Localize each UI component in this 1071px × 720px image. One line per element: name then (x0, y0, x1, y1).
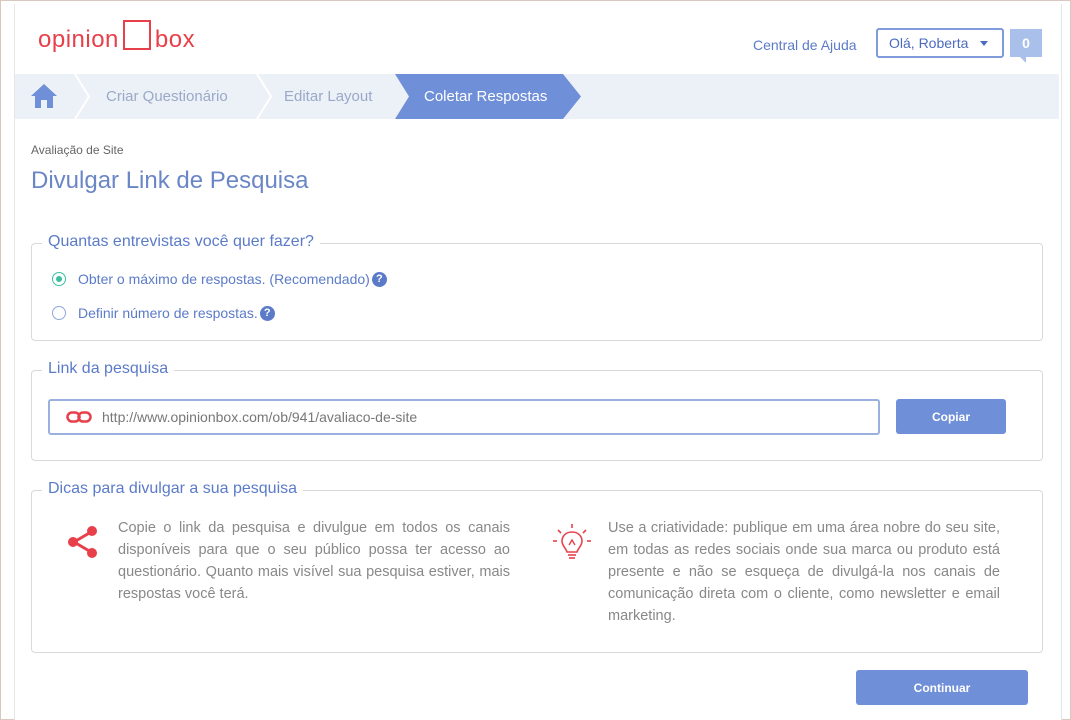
link-panel: Link da pesquisa http://www.opinionbox.c… (31, 360, 1043, 461)
breadcrumb-separator (74, 74, 91, 119)
logo-box-icon (122, 20, 151, 50)
help-icon[interactable]: ? (259, 305, 275, 321)
link-legend: Link da pesquisa (42, 360, 175, 378)
logo-text-opinion: opinion (38, 26, 119, 53)
link-chain-icon (66, 411, 92, 423)
user-greeting: Olá, Roberta (889, 35, 969, 51)
tips-panel: Dicas para divulgar a sua pesquisa Copie… (31, 480, 1043, 653)
breadcrumb-step-create[interactable]: Criar Questionário (106, 74, 228, 119)
radio-option-label: Definir número de respostas. (78, 305, 258, 321)
breadcrumb-step-layout[interactable]: Editar Layout (284, 74, 372, 119)
survey-link-url: http://www.opinionbox.com/ob/941/avaliac… (102, 409, 418, 425)
radio-button-selected[interactable] (52, 272, 66, 286)
tip-share-text: Copie o link da pesquisa e divulgue em t… (118, 520, 510, 602)
tips-legend: Dicas para divulgar a sua pesquisa (42, 480, 304, 498)
interviews-legend: Quantas entrevistas você quer fazer? (42, 233, 320, 251)
breadcrumb: Criar Questionário Editar Layout Coletar… (15, 74, 1059, 119)
help-center-link[interactable]: Central de Ajuda (753, 37, 857, 53)
radio-option-label: Obter o máximo de respostas. (Recomendad… (78, 271, 370, 287)
breadcrumb-step-label: Editar Layout (284, 88, 373, 105)
copy-button[interactable]: Copiar (896, 399, 1006, 434)
notification-count: 0 (1022, 35, 1030, 51)
tip-creativity-text: Use a criatividade: publique em uma área… (608, 520, 1000, 624)
continue-button[interactable]: Continuar (856, 670, 1028, 705)
breadcrumb-separator (256, 74, 273, 119)
survey-name: Avaliação de Site (31, 143, 124, 157)
share-icon (68, 526, 97, 558)
caret-down-icon (980, 41, 988, 46)
radio-option-define[interactable]: Definir número de respostas. ? (52, 305, 275, 321)
continue-button-label: Continuar (913, 680, 971, 695)
home-icon[interactable] (29, 82, 59, 110)
interviews-panel: Quantas entrevistas você quer fazer? Obt… (31, 233, 1043, 341)
lightbulb-icon (553, 524, 591, 559)
logo-text-box: box (154, 26, 196, 53)
opinionbox-logo[interactable]: opinion box (38, 16, 195, 56)
radio-button[interactable] (52, 306, 66, 320)
breadcrumb-step-collect[interactable]: Coletar Respostas (424, 74, 547, 119)
radio-option-max[interactable]: Obter o máximo de respostas. (Recomendad… (52, 271, 387, 287)
page-title: Divulgar Link de Pesquisa (31, 167, 309, 194)
user-menu-button[interactable]: Olá, Roberta (876, 28, 1004, 58)
survey-link-field[interactable]: http://www.opinionbox.com/ob/941/avaliac… (48, 399, 880, 435)
breadcrumb-step-label: Coletar Respostas (424, 88, 548, 105)
breadcrumb-step-label: Criar Questionário (106, 88, 228, 105)
copy-button-label: Copiar (931, 409, 970, 424)
help-icon[interactable]: ? (371, 271, 387, 287)
notification-badge[interactable]: 0 (1010, 29, 1042, 63)
